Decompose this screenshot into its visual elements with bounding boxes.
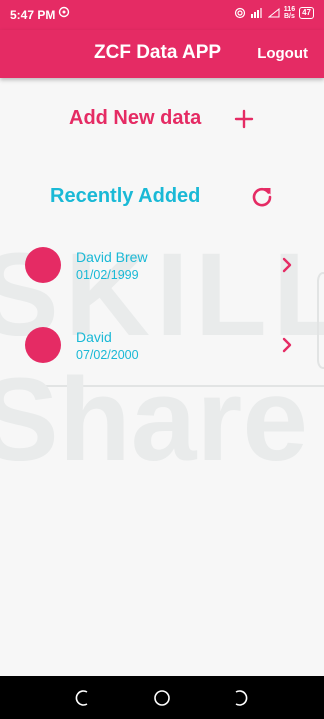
list-item[interactable]: David 07/02/2000 bbox=[0, 320, 324, 400]
add-new-data-label[interactable]: Add New data bbox=[69, 107, 201, 130]
recent-list: David Brew 01/02/1999 David 07/02/2000 bbox=[0, 240, 324, 400]
notification-icon bbox=[58, 6, 70, 18]
net-speed-unit: B/s bbox=[283, 13, 295, 20]
status-icons: 116 B/s 47 bbox=[234, 6, 314, 20]
status-bar: 5:47 PM 116 B/s 47 bbox=[0, 0, 324, 30]
refresh-icon[interactable] bbox=[250, 185, 274, 209]
avatar bbox=[25, 327, 61, 363]
system-nav-bar bbox=[0, 676, 324, 719]
recent-section: Recently Added bbox=[0, 180, 324, 214]
chevron-right-icon[interactable] bbox=[280, 255, 294, 275]
battery-indicator: 47 bbox=[299, 7, 314, 19]
home-icon[interactable] bbox=[151, 687, 173, 709]
chevron-right-icon[interactable] bbox=[280, 335, 294, 355]
item-date: 01/02/1999 bbox=[76, 268, 139, 282]
signal-icon bbox=[250, 8, 262, 18]
app-title: ZCF Data APP bbox=[94, 42, 222, 63]
status-time: 5:47 PM bbox=[10, 8, 56, 22]
add-section: Add New data bbox=[0, 102, 324, 136]
logout-button[interactable]: Logout bbox=[257, 45, 308, 62]
back-icon[interactable] bbox=[229, 687, 251, 709]
net-speed-value: 116 bbox=[283, 6, 296, 13]
avatar bbox=[25, 247, 61, 283]
app-bar: ZCF Data APP Logout bbox=[0, 30, 324, 78]
net-speed: 116 B/s bbox=[284, 6, 295, 20]
item-name: David Brew bbox=[76, 249, 148, 265]
hotspot-icon bbox=[234, 7, 245, 19]
item-name: David bbox=[76, 329, 112, 345]
plus-icon[interactable] bbox=[233, 108, 255, 130]
signal-empty-icon bbox=[267, 8, 280, 18]
recently-added-label: Recently Added bbox=[50, 185, 201, 207]
list-item[interactable]: David Brew 01/02/1999 bbox=[0, 240, 324, 320]
recent-apps-icon[interactable] bbox=[72, 687, 94, 709]
item-date: 07/02/2000 bbox=[76, 348, 139, 362]
